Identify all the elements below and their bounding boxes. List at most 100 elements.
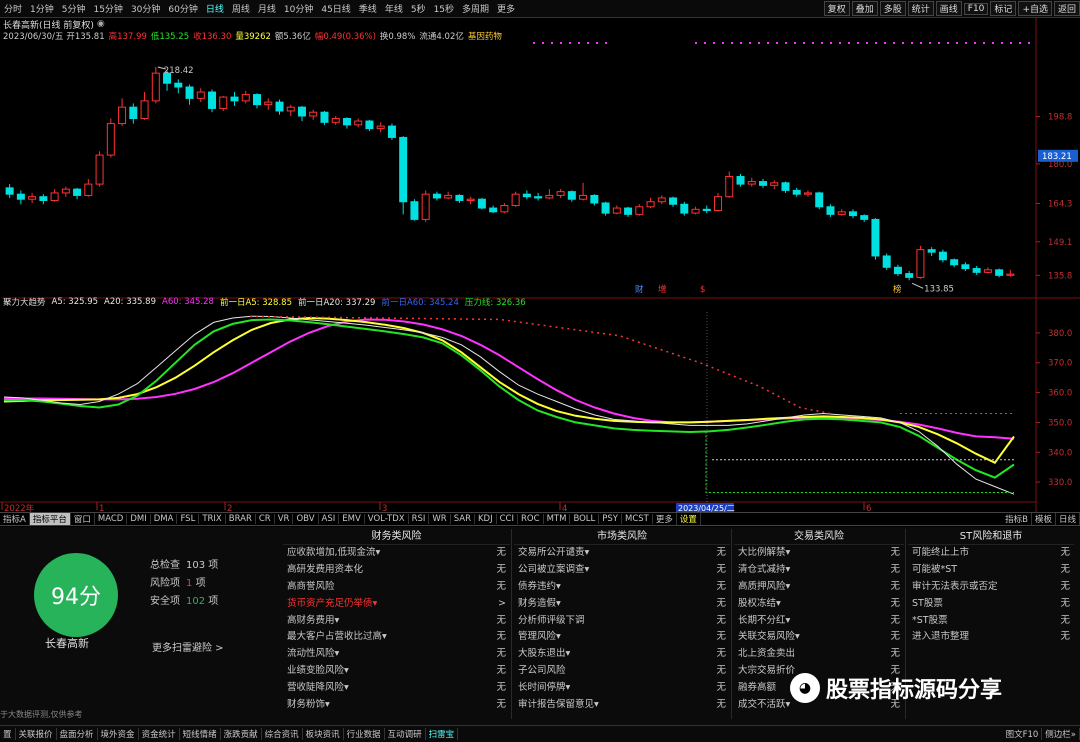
risk-item[interactable]: 大股东退出▾ 无 — [514, 646, 730, 663]
bottom-tab-11[interactable]: 扫雷宝 — [426, 728, 459, 740]
period-2[interactable]: 5分钟 — [58, 2, 90, 15]
tab-0[interactable]: 指标A — [0, 513, 30, 525]
risk-item[interactable]: 审计无法表示或否定 无 — [908, 579, 1074, 596]
tab-right-2[interactable]: 日线 — [1056, 513, 1080, 525]
period-10[interactable]: 45日线 — [317, 2, 354, 15]
tab-26[interactable]: 设置 — [677, 513, 701, 525]
risk-item[interactable]: 股权冻结▾ 无 — [734, 596, 904, 613]
risk-item[interactable]: 北上资金卖出 无 — [734, 646, 904, 663]
tab-18[interactable]: KDJ — [475, 514, 497, 524]
period-0[interactable]: 分时 — [0, 2, 26, 15]
tab-14[interactable]: VOL-TDX — [365, 514, 409, 524]
tab-23[interactable]: PSY — [599, 514, 622, 524]
risk-item[interactable]: 高研发费用资本化 无 — [283, 562, 510, 579]
risk-item[interactable]: 高财务费用▾ 无 — [283, 613, 510, 630]
event-marker[interactable]: 榜 — [893, 284, 902, 295]
sector-label[interactable]: 基因药物 — [468, 30, 502, 42]
risk-item[interactable]: 长期不分红▾ 无 — [734, 613, 904, 630]
tab-22[interactable]: BOLL — [570, 514, 600, 524]
bottom-tab-3[interactable]: 境外资金 — [98, 728, 139, 740]
tab-2[interactable]: 窗口 — [71, 513, 95, 525]
event-marker[interactable]: 财 — [635, 284, 644, 295]
period-14[interactable]: 15秒 — [430, 2, 458, 15]
tab-9[interactable]: CR — [256, 514, 275, 524]
bottom-right-0[interactable]: 图文F10 — [1003, 728, 1043, 740]
period-16[interactable]: 更多 — [493, 2, 519, 15]
toolbar-right-2[interactable]: 多股 — [879, 1, 906, 16]
risk-item[interactable]: 营收陡降风险▾ 无 — [283, 680, 510, 697]
tab-20[interactable]: ROC — [518, 514, 544, 524]
bottom-tab-1[interactable]: 关联报价 — [16, 728, 57, 740]
period-8[interactable]: 月线 — [254, 2, 280, 15]
indicator-name[interactable]: 聚力大趋势 — [3, 296, 46, 308]
toolbar-right-7[interactable]: +自选 — [1018, 1, 1052, 16]
tab-11[interactable]: OBV — [293, 514, 319, 524]
toolbar-right-3[interactable]: 统计 — [907, 1, 934, 16]
toolbar-right-5[interactable]: F10 — [963, 2, 989, 15]
tab-21[interactable]: MTM — [544, 514, 571, 524]
risk-item[interactable]: 交易所公开谴责▾ 无 — [514, 545, 730, 562]
period-3[interactable]: 15分钟 — [89, 2, 126, 15]
toolbar-right-4[interactable]: 画线 — [935, 1, 962, 16]
bottom-tab-10[interactable]: 互动调研 — [385, 728, 426, 740]
bottom-tab-9[interactable]: 行业数据 — [344, 728, 385, 740]
tab-4[interactable]: DMI — [127, 514, 151, 524]
tab-25[interactable]: 更多 — [653, 513, 677, 525]
bottom-right-1[interactable]: 侧边栏» — [1042, 728, 1080, 740]
risk-item[interactable]: 最大客户占营收比过高▾ 无 — [283, 629, 510, 646]
tab-5[interactable]: DMA — [151, 514, 178, 524]
period-6[interactable]: 日线 — [202, 2, 228, 15]
tab-17[interactable]: SAR — [451, 514, 475, 524]
period-7[interactable]: 周线 — [228, 2, 254, 15]
bottom-tab-0[interactable]: 置 — [0, 728, 16, 740]
event-marker[interactable]: $ — [700, 285, 705, 295]
risk-item[interactable]: 应收款增加,低现金流▾ 无 — [283, 545, 510, 562]
risk-item[interactable]: *ST股票 无 — [908, 613, 1074, 630]
period-4[interactable]: 30分钟 — [127, 2, 164, 15]
tab-3[interactable]: MACD — [95, 514, 128, 524]
tab-right-1[interactable]: 模板 — [1032, 513, 1056, 525]
toolbar-right-6[interactable]: 标记 — [990, 1, 1017, 16]
period-15[interactable]: 多周期 — [458, 2, 493, 15]
risk-item[interactable]: 公司被立案调查▾ 无 — [514, 562, 730, 579]
risk-item[interactable]: 分析师评级下调 无 — [514, 613, 730, 630]
price-chart[interactable]: 198.8180.0164.3149.1135.8183.21218.42133… — [0, 18, 1080, 512]
risk-item[interactable]: 管理风险▾ 无 — [514, 629, 730, 646]
bottom-tab-6[interactable]: 涨跌贡献 — [221, 728, 262, 740]
risk-item[interactable]: 债券违约▾ 无 — [514, 579, 730, 596]
tab-15[interactable]: RSI — [409, 514, 430, 524]
period-9[interactable]: 10分钟 — [280, 2, 317, 15]
bottom-tab-7[interactable]: 综合资讯 — [262, 728, 303, 740]
bottom-tab-5[interactable]: 短线情绪 — [180, 728, 221, 740]
risk-item[interactable]: ST股票 无 — [908, 596, 1074, 613]
event-marker[interactable]: 增 — [658, 284, 667, 295]
tab-24[interactable]: MCST — [622, 514, 653, 524]
period-5[interactable]: 60分钟 — [164, 2, 201, 15]
risk-item[interactable]: 业绩变脸风险▾ 无 — [283, 663, 510, 680]
tab-7[interactable]: TRIX — [199, 514, 226, 524]
period-12[interactable]: 年线 — [381, 2, 407, 15]
tab-19[interactable]: CCI — [497, 514, 519, 524]
bottom-tab-2[interactable]: 盘面分析 — [57, 728, 98, 740]
risk-item[interactable]: 财务粉饰▾ 无 — [283, 697, 510, 714]
risk-item[interactable]: 可能被*ST 无 — [908, 562, 1074, 579]
toolbar-right-8[interactable]: 返回 — [1053, 1, 1080, 16]
risk-item[interactable]: 可能终止上市 无 — [908, 545, 1074, 562]
risk-item[interactable]: 高质押风险▾ 无 — [734, 579, 904, 596]
tab-1[interactable]: 指标平台 — [29, 513, 71, 525]
risk-item[interactable]: 进入退市整理 无 — [908, 629, 1074, 646]
toolbar-right-0[interactable]: 复权 — [823, 1, 850, 16]
risk-item[interactable]: 清仓式减持▾ 无 — [734, 562, 904, 579]
tab-10[interactable]: VR — [275, 514, 294, 524]
tab-16[interactable]: WR — [429, 514, 451, 524]
risk-item[interactable]: 货币资产充足仍举债▾ > — [283, 596, 510, 613]
tab-6[interactable]: FSL — [177, 514, 200, 524]
risk-item[interactable]: 长时间停牌▾ 无 — [514, 680, 730, 697]
tab-12[interactable]: ASI — [319, 514, 340, 524]
tab-13[interactable]: EMV — [339, 514, 365, 524]
tab-8[interactable]: BRAR — [226, 514, 256, 524]
risk-item[interactable]: 流动性风险▾ 无 — [283, 646, 510, 663]
toolbar-right-1[interactable]: 叠加 — [851, 1, 878, 16]
period-11[interactable]: 季线 — [355, 2, 381, 15]
settings-icon[interactable]: ◉ — [97, 19, 105, 29]
